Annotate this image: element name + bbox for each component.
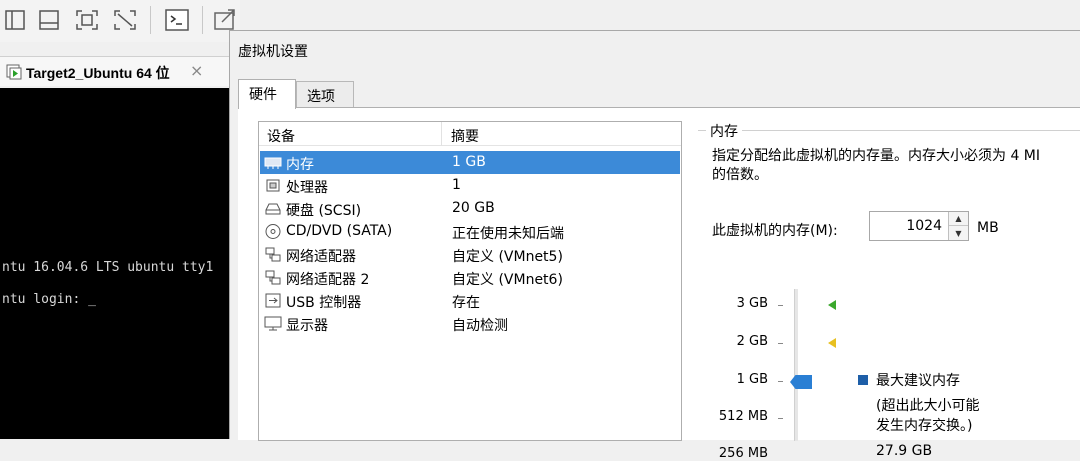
device-row-network-adapter[interactable]: 网络适配器 自定义 (VMnet5) [260, 243, 680, 266]
scale-label-2gb: 2 GB [736, 334, 768, 349]
memory-icon [264, 154, 282, 171]
vm-tab-label: Target2_Ubuntu 64 位 [26, 65, 170, 81]
memory-slider-track[interactable] [794, 289, 798, 441]
device-name: 显示器 [286, 318, 328, 334]
tab-options[interactable]: 选项 [296, 81, 354, 107]
memory-group: 内存 指定分配给此虚拟机的内存量。内存大小必须为 4 MI 的倍数。 此虚拟机的… [698, 121, 1080, 461]
device-list[interactable]: 设备 摘要 内存 1 GB 处理器 1 硬盘 (SCSI) 20 GB CD/D… [258, 121, 682, 441]
device-summary: 自定义 (VMnet6) [452, 272, 563, 288]
device-summary: 正在使用未知后端 [452, 226, 564, 242]
memory-description-line: 指定分配给此虚拟机的内存量。内存大小必须为 4 MI [712, 148, 1041, 164]
close-icon[interactable]: × [190, 61, 203, 80]
column-header-summary[interactable]: 摘要 [451, 126, 479, 146]
device-row-memory[interactable]: 内存 1 GB [260, 151, 680, 174]
device-summary: 1 GB [452, 154, 486, 170]
vm-console[interactable]: ntu 16.04.6 LTS ubuntu tty1 ntu login: _ [0, 88, 232, 439]
memory-description-line: 的倍数。 [712, 167, 768, 183]
device-list-header: 设备 摘要 [259, 122, 681, 146]
bottom-panel-icon[interactable] [36, 6, 62, 34]
spin-down-icon[interactable]: ▼ [949, 226, 968, 240]
fullscreen-icon[interactable] [74, 6, 100, 34]
cd-dvd-icon [264, 223, 282, 240]
memory-spinbox[interactable]: 1024 ▲ ▼ [869, 211, 969, 241]
legend-note: (超出此大小可能 发生内存交换。) [876, 396, 979, 436]
column-header-device[interactable]: 设备 [267, 126, 295, 146]
legend-max-value: 27.9 GB [876, 443, 933, 459]
device-name: USB 控制器 [286, 295, 362, 311]
toolbar-separator [202, 6, 203, 34]
console-icon[interactable] [164, 6, 190, 34]
vm-settings-dialog: 虚拟机设置 硬件 选项 设备 摘要 内存 1 GB 处理器 1 硬盘 (SCSI… [229, 30, 1080, 461]
device-summary: 1 [452, 177, 461, 193]
legend-note-line: (超出此大小可能 [876, 398, 980, 414]
device-name: CD/DVD (SATA) [286, 223, 393, 239]
dialog-title: 虚拟机设置 [238, 44, 308, 60]
hard-disk-icon [264, 200, 282, 217]
green-marker-icon [828, 300, 836, 310]
main-toolbar [0, 0, 240, 42]
display-icon [264, 315, 282, 332]
scale-label-1gb: 1 GB [736, 372, 768, 387]
device-summary: 20 GB [452, 200, 495, 216]
vm-power-icon [6, 64, 22, 84]
memory-unit: MB [977, 220, 999, 236]
memory-group-title: 内存 [706, 121, 742, 141]
unity-icon[interactable] [112, 6, 138, 34]
memory-value[interactable]: 1024 [906, 218, 942, 234]
scale-label-512mb: 512 MB [718, 409, 768, 424]
network-adapter-icon [264, 269, 282, 286]
device-name: 内存 [286, 157, 314, 173]
console-line: ntu 16.04.6 LTS ubuntu tty1 [2, 260, 214, 275]
processor-icon [264, 177, 282, 194]
device-row-processor[interactable]: 处理器 1 [260, 174, 680, 197]
memory-description: 指定分配给此虚拟机的内存量。内存大小必须为 4 MI 的倍数。 [712, 147, 1080, 185]
device-summary: 自定义 (VMnet5) [452, 249, 563, 265]
tab-hardware[interactable]: 硬件 [238, 79, 296, 109]
tab-vm-target2-ubuntu[interactable]: Target2_Ubuntu 64 位 × [0, 56, 232, 86]
device-row-network-adapter-2[interactable]: 网络适配器 2 自定义 (VMnet6) [260, 266, 680, 289]
device-name: 网络适配器 [286, 249, 356, 265]
device-row-hard-disk[interactable]: 硬盘 (SCSI) 20 GB [260, 197, 680, 220]
toolbar-separator [150, 6, 151, 34]
memory-label: 此虚拟机的内存(M): [712, 223, 838, 239]
sidebar-panel-icon[interactable] [2, 6, 28, 34]
legend-max-square-icon [858, 375, 868, 385]
device-summary: 自动检测 [452, 318, 508, 334]
device-name: 网络适配器 2 [286, 272, 370, 288]
network-adapter-icon [264, 246, 282, 263]
scale-label-256mb: 256 MB [718, 446, 768, 461]
yellow-marker-icon [828, 338, 836, 348]
device-row-usb-controller[interactable]: USB 控制器 存在 [260, 289, 680, 312]
usb-icon [264, 292, 282, 309]
legend-max-recommended: 最大建议内存 [876, 373, 960, 389]
hardware-panel: 设备 摘要 内存 1 GB 处理器 1 硬盘 (SCSI) 20 GB CD/D… [238, 107, 1080, 461]
device-name: 处理器 [286, 180, 328, 196]
legend-note-line: 发生内存交换。) [876, 418, 973, 434]
spin-up-icon[interactable]: ▲ [949, 212, 968, 226]
device-row-display[interactable]: 显示器 自动检测 [260, 312, 680, 335]
console-line: ntu login: _ [2, 292, 96, 307]
scale-label-3gb: 3 GB [736, 296, 768, 311]
device-row-cd-dvd[interactable]: CD/DVD (SATA) 正在使用未知后端 [260, 220, 680, 243]
device-summary: 存在 [452, 295, 480, 311]
device-name: 硬盘 (SCSI) [286, 203, 362, 219]
